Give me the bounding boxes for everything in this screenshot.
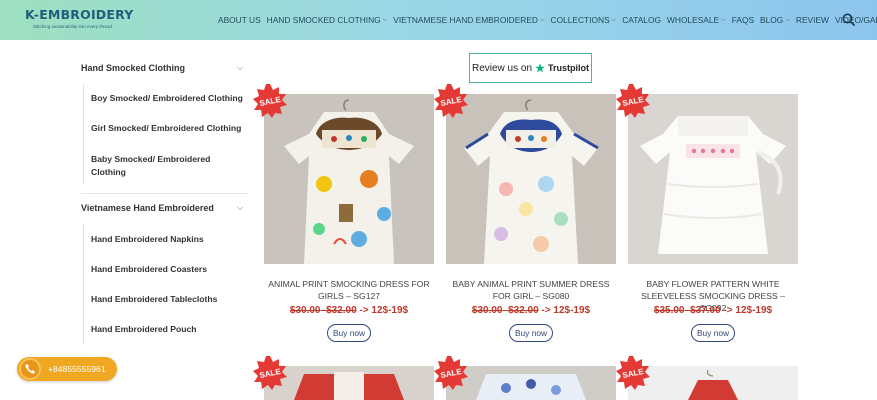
product-price: $30.00–$32.00 -> 12$-19$: [289, 305, 409, 316]
sale-badge: SALE: [616, 356, 650, 390]
buy-now-button[interactable]: Buy now: [691, 324, 735, 342]
buy-now-button[interactable]: Buy now: [509, 324, 553, 342]
product-name[interactable]: ANIMAL PRINT SMOCKING DRESS FOR GIRLS – …: [264, 278, 434, 302]
sidebar-item-baby-smocked[interactable]: Baby Smocked/ Embroidered Clothing: [91, 153, 231, 179]
product-price: $30.00–$32.00 -> 12$-19$: [471, 305, 591, 316]
sale-badge: SALE: [434, 356, 468, 390]
trustpilot-brand: Trustpilot: [548, 63, 590, 73]
buy-now-button[interactable]: Buy now: [327, 324, 371, 342]
product-name[interactable]: BABY ANIMAL PRINT SUMMER DRESS FOR GIRL …: [446, 278, 616, 302]
chevron-down-icon: ⌵: [611, 16, 617, 23]
sidebar-category-vietnamese-hand-embroidered[interactable]: Vietnamese Hand Embroidered: [81, 203, 214, 213]
logo-tagline: Stitching sustainability into every thre…: [33, 24, 113, 29]
product-image[interactable]: [264, 94, 434, 264]
main-nav: ABOUT US HAND SMOCKED CLOTHING ⌵ VIETNAME…: [218, 13, 877, 27]
nav-vietnamese-hand-embroidered[interactable]: VIETNAMESE HAND EMBROIDERED ⌵: [393, 13, 544, 27]
chevron-down-icon[interactable]: ⌵: [237, 203, 243, 213]
sidebar-category-hand-smocked[interactable]: Hand Smocked Clothing: [81, 63, 185, 73]
sidebar-item-girl-smocked[interactable]: Girl Smocked/ Embroidered Clothing: [91, 122, 251, 135]
sidebar-item-napkins[interactable]: Hand Embroidered Napkins: [91, 233, 251, 246]
nav-hand-smocked-clothing[interactable]: HAND SMOCKED CLOTHING ⌵: [267, 13, 388, 27]
chevron-down-icon: ⌵: [785, 16, 790, 23]
nav-faqs[interactable]: FAQS: [732, 13, 754, 27]
sidebar-divider: [81, 193, 248, 194]
sidebar-subtree-line: [83, 224, 84, 344]
sidebar-item-pouch[interactable]: Hand Embroidered Pouch: [91, 323, 251, 336]
chevron-down-icon: ⌵: [721, 16, 726, 23]
chevron-down-icon[interactable]: ⌵: [237, 63, 243, 73]
nav-about-us[interactable]: ABOUT US: [218, 13, 261, 27]
star-icon: [535, 63, 545, 73]
phone-number[interactable]: +84855555961: [48, 364, 106, 374]
product-image[interactable]: [628, 94, 798, 264]
product-card: ANIMAL PRINT SMOCKING DRESS FOR GIRLS – …: [264, 94, 434, 346]
trustpilot-widget[interactable]: Review us on Trustpilot: [469, 53, 592, 83]
search-icon[interactable]: [842, 13, 855, 26]
sidebar-item-coasters[interactable]: Hand Embroidered Coasters: [91, 263, 251, 276]
site-logo[interactable]: K-EMBROIDERY Stitching sustainability in…: [25, 7, 134, 34]
nav-review[interactable]: REVIEW: [796, 13, 829, 27]
phone-icon[interactable]: [19, 358, 41, 380]
product-image[interactable]: [446, 366, 616, 400]
nav-blog[interactable]: BLOG ⌵: [760, 13, 790, 27]
sale-badge: SALE: [616, 84, 650, 118]
site-header: K-EMBROIDERY Stitching sustainability in…: [0, 0, 877, 40]
nav-catalog[interactable]: CATALOG: [622, 13, 661, 27]
nav-wholesale[interactable]: WHOLESALE ⌵: [667, 13, 726, 27]
trustpilot-text: Review us on: [471, 62, 533, 74]
sidebar-item-boy-smocked[interactable]: Boy Smocked/ Embroidered Clothing: [91, 92, 251, 105]
product-card: BABY FLOWER PATTERN WHITE SLEEVELESS SMO…: [628, 94, 798, 346]
sale-badge: SALE: [434, 84, 468, 118]
product-image[interactable]: [446, 94, 616, 264]
sale-badge: SALE: [253, 356, 287, 390]
chevron-down-icon: ⌵: [382, 16, 388, 23]
sale-badge: SALE: [253, 84, 287, 118]
product-image[interactable]: [628, 366, 798, 400]
nav-collections[interactable]: COLLECTIONS ⌵: [551, 13, 617, 27]
product-image[interactable]: [264, 366, 434, 400]
sidebar-item-tablecloths[interactable]: Hand Embroidered Tablecloths: [91, 293, 251, 306]
logo-title: K-EMBROIDERY: [25, 7, 134, 22]
product-card: BABY ANIMAL PRINT SUMMER DRESS FOR GIRL …: [446, 94, 616, 346]
chevron-down-icon: ⌵: [539, 16, 545, 23]
sidebar-subtree-line: [83, 84, 84, 184]
product-price: $35.00–$37.00 -> 12$-19$: [653, 305, 773, 316]
